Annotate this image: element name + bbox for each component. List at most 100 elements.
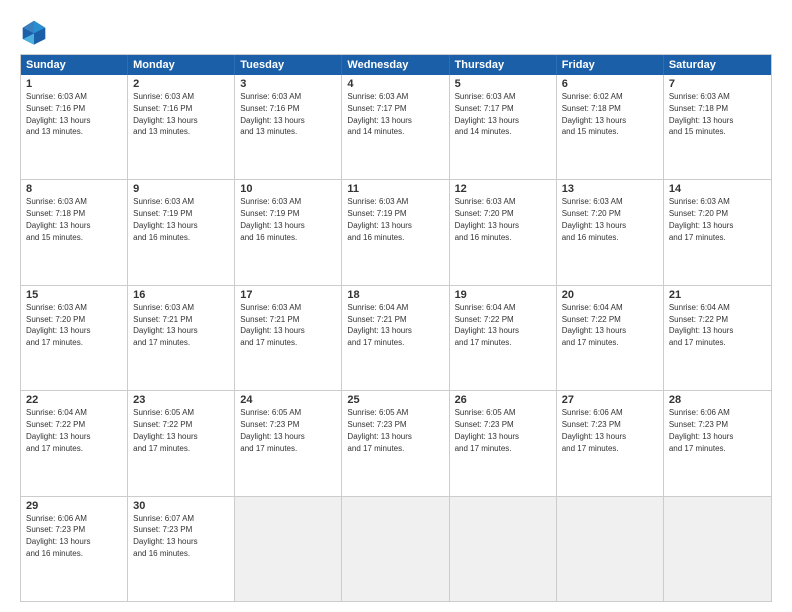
calendar-cell-12: 12 Sunrise: 6:03 AMSunset: 7:20 PMDayligh… xyxy=(450,180,557,284)
calendar-cell-24: 24 Sunrise: 6:05 AMSunset: 7:23 PMDayligh… xyxy=(235,391,342,495)
day-info: Sunrise: 6:03 AMSunset: 7:19 PMDaylight:… xyxy=(240,197,304,241)
header-day-saturday: Saturday xyxy=(664,55,771,75)
calendar-cell-27: 27 Sunrise: 6:06 AMSunset: 7:23 PMDayligh… xyxy=(557,391,664,495)
day-number: 24 xyxy=(240,394,336,406)
day-info: Sunrise: 6:03 AMSunset: 7:21 PMDaylight:… xyxy=(133,303,197,347)
day-info: Sunrise: 6:03 AMSunset: 7:17 PMDaylight:… xyxy=(347,92,411,136)
calendar-cell-11: 11 Sunrise: 6:03 AMSunset: 7:19 PMDayligh… xyxy=(342,180,449,284)
day-number: 2 xyxy=(133,78,229,90)
day-number: 5 xyxy=(455,78,551,90)
calendar-cell-5: 5 Sunrise: 6:03 AMSunset: 7:17 PMDaylight… xyxy=(450,75,557,179)
calendar-cell-4: 4 Sunrise: 6:03 AMSunset: 7:17 PMDaylight… xyxy=(342,75,449,179)
day-number: 27 xyxy=(562,394,658,406)
day-number: 14 xyxy=(669,183,766,195)
calendar-row-1: 1 Sunrise: 6:03 AMSunset: 7:16 PMDaylight… xyxy=(21,75,771,179)
day-info: Sunrise: 6:05 AMSunset: 7:23 PMDaylight:… xyxy=(455,408,519,452)
day-number: 15 xyxy=(26,289,122,301)
header xyxy=(20,18,772,46)
header-day-monday: Monday xyxy=(128,55,235,75)
calendar-cell-3: 3 Sunrise: 6:03 AMSunset: 7:16 PMDaylight… xyxy=(235,75,342,179)
calendar-cell-empty-3-6 xyxy=(664,497,771,601)
calendar: SundayMondayTuesdayWednesdayThursdayFrid… xyxy=(20,54,772,602)
calendar-cell-23: 23 Sunrise: 6:05 AMSunset: 7:22 PMDayligh… xyxy=(128,391,235,495)
calendar-cell-15: 15 Sunrise: 6:03 AMSunset: 7:20 PMDayligh… xyxy=(21,286,128,390)
header-day-tuesday: Tuesday xyxy=(235,55,342,75)
day-number: 11 xyxy=(347,183,443,195)
day-number: 23 xyxy=(133,394,229,406)
day-info: Sunrise: 6:06 AMSunset: 7:23 PMDaylight:… xyxy=(562,408,626,452)
calendar-body: 1 Sunrise: 6:03 AMSunset: 7:16 PMDaylight… xyxy=(21,75,771,601)
calendar-cell-6: 6Sunrise: 6:02 AMSunset: 7:18 PMDaylight… xyxy=(557,75,664,179)
calendar-cell-empty-3-4 xyxy=(450,497,557,601)
day-info: Sunrise: 6:04 AMSunset: 7:22 PMDaylight:… xyxy=(455,303,519,347)
day-number: 1 xyxy=(26,78,122,90)
day-number: 3 xyxy=(240,78,336,90)
day-number: 22 xyxy=(26,394,122,406)
logo-icon xyxy=(20,18,48,46)
day-info: Sunrise: 6:03 AMSunset: 7:20 PMDaylight:… xyxy=(562,197,626,241)
calendar-row-5: 29 Sunrise: 6:06 AMSunset: 7:23 PMDayligh… xyxy=(21,496,771,601)
calendar-row-4: 22 Sunrise: 6:04 AMSunset: 7:22 PMDayligh… xyxy=(21,390,771,495)
calendar-cell-7: 7 Sunrise: 6:03 AMSunset: 7:18 PMDaylight… xyxy=(664,75,771,179)
calendar-cell-16: 16 Sunrise: 6:03 AMSunset: 7:21 PMDayligh… xyxy=(128,286,235,390)
day-number: 28 xyxy=(669,394,766,406)
day-number: 20 xyxy=(562,289,658,301)
day-info: Sunrise: 6:05 AMSunset: 7:23 PMDaylight:… xyxy=(347,408,411,452)
calendar-row-2: 8Sunrise: 6:03 AMSunset: 7:18 PMDaylight… xyxy=(21,179,771,284)
day-number: 26 xyxy=(455,394,551,406)
calendar-cell-9: 9 Sunrise: 6:03 AMSunset: 7:19 PMDaylight… xyxy=(128,180,235,284)
day-number: 4 xyxy=(347,78,443,90)
day-info: Sunrise: 6:03 AMSunset: 7:19 PMDaylight:… xyxy=(347,197,411,241)
day-info: Sunrise: 6:03 AMSunset: 7:20 PMDaylight:… xyxy=(26,303,90,347)
day-info: Sunrise: 6:06 AMSunset: 7:23 PMDaylight:… xyxy=(26,514,90,558)
day-number: 30 xyxy=(133,500,229,512)
calendar-cell-13: 13Sunrise: 6:03 AMSunset: 7:20 PMDayligh… xyxy=(557,180,664,284)
day-info: Sunrise: 6:05 AMSunset: 7:23 PMDaylight:… xyxy=(240,408,304,452)
day-number: 18 xyxy=(347,289,443,301)
calendar-cell-30: 30 Sunrise: 6:07 AMSunset: 7:23 PMDayligh… xyxy=(128,497,235,601)
day-number: 9 xyxy=(133,183,229,195)
day-info: Sunrise: 6:03 AMSunset: 7:20 PMDaylight:… xyxy=(669,197,733,241)
day-number: 16 xyxy=(133,289,229,301)
calendar-cell-8: 8Sunrise: 6:03 AMSunset: 7:18 PMDaylight… xyxy=(21,180,128,284)
calendar-cell-empty-3-5 xyxy=(557,497,664,601)
day-info: Sunrise: 6:03 AMSunset: 7:18 PMDaylight:… xyxy=(26,197,90,241)
calendar-header: SundayMondayTuesdayWednesdayThursdayFrid… xyxy=(21,55,771,75)
calendar-cell-20: 20 Sunrise: 6:04 AMSunset: 7:22 PMDayligh… xyxy=(557,286,664,390)
day-info: Sunrise: 6:03 AMSunset: 7:16 PMDaylight:… xyxy=(26,92,90,136)
day-info: Sunrise: 6:04 AMSunset: 7:22 PMDaylight:… xyxy=(26,408,90,452)
day-info: Sunrise: 6:04 AMSunset: 7:22 PMDaylight:… xyxy=(669,303,733,347)
calendar-cell-29: 29 Sunrise: 6:06 AMSunset: 7:23 PMDayligh… xyxy=(21,497,128,601)
calendar-cell-21: 21 Sunrise: 6:04 AMSunset: 7:22 PMDayligh… xyxy=(664,286,771,390)
day-number: 29 xyxy=(26,500,122,512)
day-number: 12 xyxy=(455,183,551,195)
day-info: Sunrise: 6:07 AMSunset: 7:23 PMDaylight:… xyxy=(133,514,197,558)
day-number: 7 xyxy=(669,78,766,90)
day-info: Sunrise: 6:06 AMSunset: 7:23 PMDaylight:… xyxy=(669,408,733,452)
day-info: Sunrise: 6:03 AMSunset: 7:20 PMDaylight:… xyxy=(455,197,519,241)
day-info: Sunrise: 6:03 AMSunset: 7:18 PMDaylight:… xyxy=(669,92,733,136)
day-info: Sunrise: 6:03 AMSunset: 7:19 PMDaylight:… xyxy=(133,197,197,241)
header-day-wednesday: Wednesday xyxy=(342,55,449,75)
calendar-cell-2: 2 Sunrise: 6:03 AMSunset: 7:16 PMDaylight… xyxy=(128,75,235,179)
day-info: Sunrise: 6:04 AMSunset: 7:21 PMDaylight:… xyxy=(347,303,411,347)
calendar-cell-10: 10Sunrise: 6:03 AMSunset: 7:19 PMDayligh… xyxy=(235,180,342,284)
page: SundayMondayTuesdayWednesdayThursdayFrid… xyxy=(0,0,792,612)
day-info: Sunrise: 6:05 AMSunset: 7:22 PMDaylight:… xyxy=(133,408,197,452)
day-number: 25 xyxy=(347,394,443,406)
day-info: Sunrise: 6:03 AMSunset: 7:16 PMDaylight:… xyxy=(133,92,197,136)
calendar-cell-28: 28 Sunrise: 6:06 AMSunset: 7:23 PMDayligh… xyxy=(664,391,771,495)
day-number: 21 xyxy=(669,289,766,301)
day-info: Sunrise: 6:04 AMSunset: 7:22 PMDaylight:… xyxy=(562,303,626,347)
day-info: Sunrise: 6:02 AMSunset: 7:18 PMDaylight:… xyxy=(562,92,626,136)
calendar-cell-18: 18 Sunrise: 6:04 AMSunset: 7:21 PMDayligh… xyxy=(342,286,449,390)
calendar-cell-1: 1 Sunrise: 6:03 AMSunset: 7:16 PMDaylight… xyxy=(21,75,128,179)
day-info: Sunrise: 6:03 AMSunset: 7:16 PMDaylight:… xyxy=(240,92,304,136)
calendar-cell-22: 22 Sunrise: 6:04 AMSunset: 7:22 PMDayligh… xyxy=(21,391,128,495)
day-info: Sunrise: 6:03 AMSunset: 7:17 PMDaylight:… xyxy=(455,92,519,136)
calendar-cell-17: 17Sunrise: 6:03 AMSunset: 7:21 PMDayligh… xyxy=(235,286,342,390)
calendar-cell-26: 26 Sunrise: 6:05 AMSunset: 7:23 PMDayligh… xyxy=(450,391,557,495)
calendar-cell-14: 14 Sunrise: 6:03 AMSunset: 7:20 PMDayligh… xyxy=(664,180,771,284)
logo xyxy=(20,18,52,46)
header-day-sunday: Sunday xyxy=(21,55,128,75)
